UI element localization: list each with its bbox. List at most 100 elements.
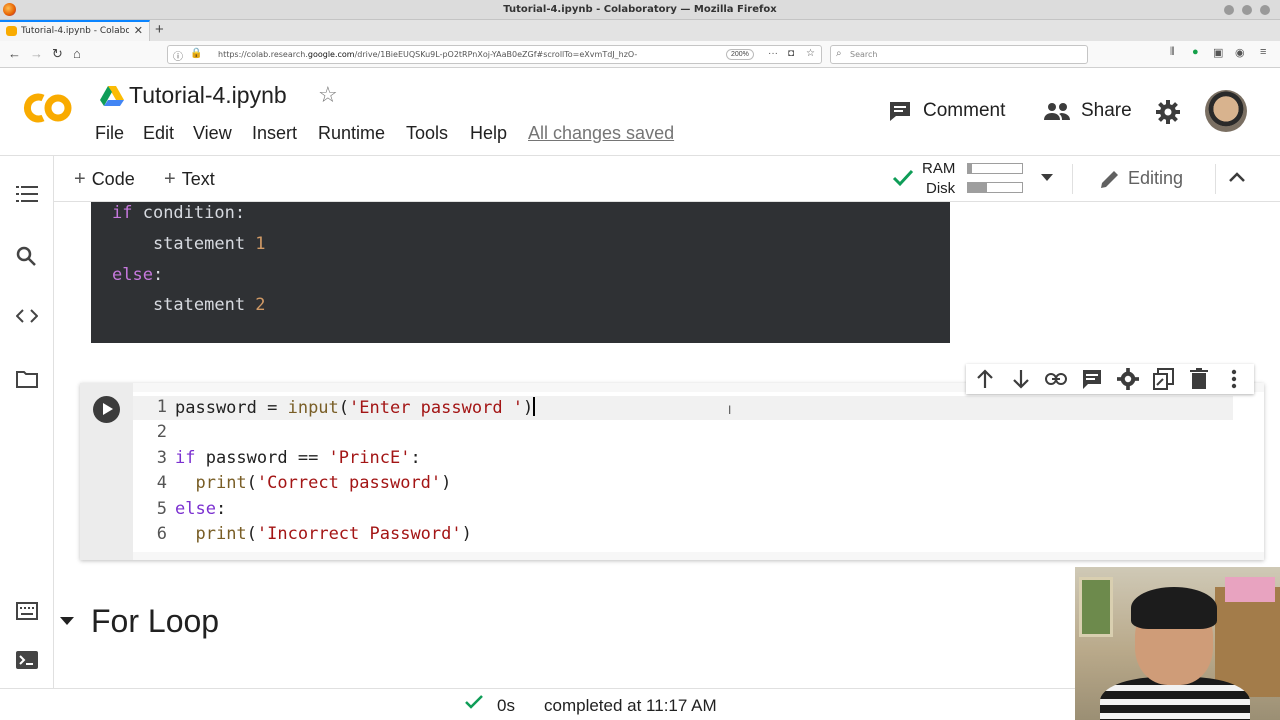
share-button[interactable]: Share [1081, 100, 1132, 122]
code-line-6[interactable]: print('Incorrect Password') [175, 524, 471, 544]
collapse-section-caret-icon[interactable] [60, 617, 74, 625]
syntax-line-4: statement 2 [112, 295, 266, 315]
code-snippets-icon[interactable] [16, 309, 38, 323]
menu-edit[interactable]: Edit [143, 123, 174, 144]
url-text: https://colab.research.google.com/drive/… [218, 50, 638, 59]
line-number: 2 [156, 422, 167, 442]
account-icon[interactable]: ◉ [1235, 46, 1245, 59]
cell-gutter [80, 383, 133, 560]
forward-icon[interactable]: → [30, 46, 43, 61]
code-editor[interactable]: 1 2 3 4 5 6 password = input('Enter pass… [133, 392, 1264, 552]
bookmark-star-icon[interactable]: ☆ [806, 48, 815, 59]
link-to-cell-icon[interactable] [1045, 372, 1067, 386]
run-cell-play-icon[interactable] [93, 396, 120, 423]
tab-strip: Tutorial-4.ipynb - Colaborato ✕ + [0, 20, 1280, 41]
text-cursor [533, 397, 536, 416]
edit-pencil-icon [1101, 171, 1118, 188]
code-line-5[interactable]: else: [175, 499, 226, 519]
save-status[interactable]: All changes saved [528, 123, 674, 144]
menu-insert[interactable]: Insert [252, 123, 297, 144]
reload-icon[interactable]: ↻ [52, 46, 63, 62]
collapse-header-chevron-up-icon[interactable] [1229, 171, 1245, 183]
back-icon[interactable]: ← [8, 46, 21, 61]
menu-file[interactable]: File [95, 123, 124, 144]
colab-logo-icon[interactable] [19, 90, 75, 126]
presenter-webcam-video [1075, 567, 1280, 720]
table-of-contents-icon[interactable] [16, 186, 38, 202]
close-window-button[interactable] [1260, 5, 1270, 15]
code-line-1[interactable]: password = input('Enter password ') [175, 397, 536, 418]
notebook-title[interactable]: Tutorial-4.ipynb [129, 82, 287, 109]
disk-usage-fill [968, 183, 987, 192]
zoom-level[interactable]: 200% [726, 49, 754, 60]
comment-icon[interactable] [888, 100, 912, 122]
menu-view[interactable]: View [193, 123, 232, 144]
more-actions-icon[interactable] [1231, 368, 1237, 390]
google-drive-icon[interactable] [100, 86, 124, 106]
code-cell[interactable]: 1 2 3 4 5 6 password = input('Enter pass… [80, 383, 1264, 560]
add-code-cell-button[interactable]: + Code [74, 168, 135, 191]
execution-success-check-icon [465, 695, 483, 709]
menu-help[interactable]: Help [470, 123, 507, 144]
add-text-cell-button[interactable]: + Text [164, 168, 215, 191]
info-icon[interactable]: ⓘ [173, 48, 183, 63]
navigation-bar: ← → ↻ ⌂ ⓘ 🔒 https://colab.research.googl… [0, 41, 1280, 68]
menu-runtime[interactable]: Runtime [318, 123, 385, 144]
search-icon: ⌕ [836, 48, 842, 59]
execution-status-message[interactable]: completed at 11:17 AM [544, 696, 717, 716]
line-number: 5 [156, 499, 167, 519]
minimize-button[interactable] [1224, 5, 1234, 15]
wall-picture [1079, 577, 1113, 637]
code-line-4[interactable]: print('Correct password') [175, 473, 451, 493]
menu-icon[interactable]: ≡ [1260, 46, 1266, 58]
new-tab-icon[interactable]: + [155, 21, 164, 38]
pocket-icon[interactable]: ◘ [788, 48, 794, 59]
move-cell-down-icon[interactable] [1011, 368, 1031, 390]
library-icon[interactable]: ⫴ [1170, 46, 1175, 59]
ram-label: RAM [922, 160, 956, 177]
toolbar-divider [1072, 164, 1073, 194]
comment-button[interactable]: Comment [923, 100, 1005, 122]
add-comment-icon[interactable] [1081, 368, 1103, 390]
lock-icon: 🔒 [190, 48, 203, 59]
presenter-hair [1131, 587, 1217, 629]
delete-cell-trash-icon[interactable] [1190, 368, 1208, 390]
disk-usage-bar[interactable] [967, 182, 1023, 193]
address-bar[interactable]: ⓘ 🔒 https://colab.research.google.com/dr… [167, 45, 822, 64]
search-placeholder: Search [850, 50, 878, 59]
close-tab-icon[interactable]: ✕ [134, 24, 143, 37]
share-people-icon[interactable] [1043, 102, 1071, 120]
page-actions-icon[interactable]: ··· [768, 48, 778, 59]
command-palette-icon[interactable] [16, 602, 38, 620]
files-folder-icon[interactable] [16, 370, 38, 388]
star-icon[interactable]: ☆ [318, 82, 338, 108]
code-line-3[interactable]: if password == 'PrincE': [175, 448, 421, 468]
maximize-button[interactable] [1242, 5, 1252, 15]
colab-favicon-icon [6, 26, 17, 36]
search-icon[interactable] [16, 246, 36, 266]
browser-tab[interactable]: Tutorial-4.ipynb - Colaborato ✕ [0, 20, 150, 41]
connected-check-icon [892, 169, 914, 187]
reader-icon[interactable]: ▣ [1213, 46, 1223, 59]
plus-icon: + [164, 168, 176, 190]
ram-usage-bar[interactable] [967, 163, 1023, 174]
editing-mode-label[interactable]: Editing [1128, 168, 1183, 189]
text-cursor-ibeam-icon: I [728, 403, 732, 417]
cell-settings-gear-icon[interactable] [1117, 368, 1139, 390]
move-cell-up-icon[interactable] [975, 368, 995, 390]
mirror-cell-in-tab-icon[interactable] [1153, 368, 1175, 390]
disk-label: Disk [926, 180, 956, 197]
extension-icon[interactable]: ● [1192, 46, 1199, 58]
search-bar[interactable]: ⌕ Search [830, 45, 1088, 64]
plus-icon: + [74, 168, 86, 190]
menu-tools[interactable]: Tools [406, 123, 448, 144]
pink-basket [1225, 577, 1275, 602]
user-avatar[interactable] [1205, 90, 1247, 132]
settings-gear-icon[interactable] [1156, 100, 1180, 124]
syntax-line-3: else: [112, 265, 164, 285]
syntax-line-1: if condition: [112, 203, 246, 223]
runtime-dropdown-icon[interactable] [1041, 174, 1053, 181]
terminal-icon[interactable] [16, 651, 38, 669]
tab-title: Tutorial-4.ipynb - Colaborato [21, 26, 129, 36]
home-icon[interactable]: ⌂ [73, 46, 81, 61]
